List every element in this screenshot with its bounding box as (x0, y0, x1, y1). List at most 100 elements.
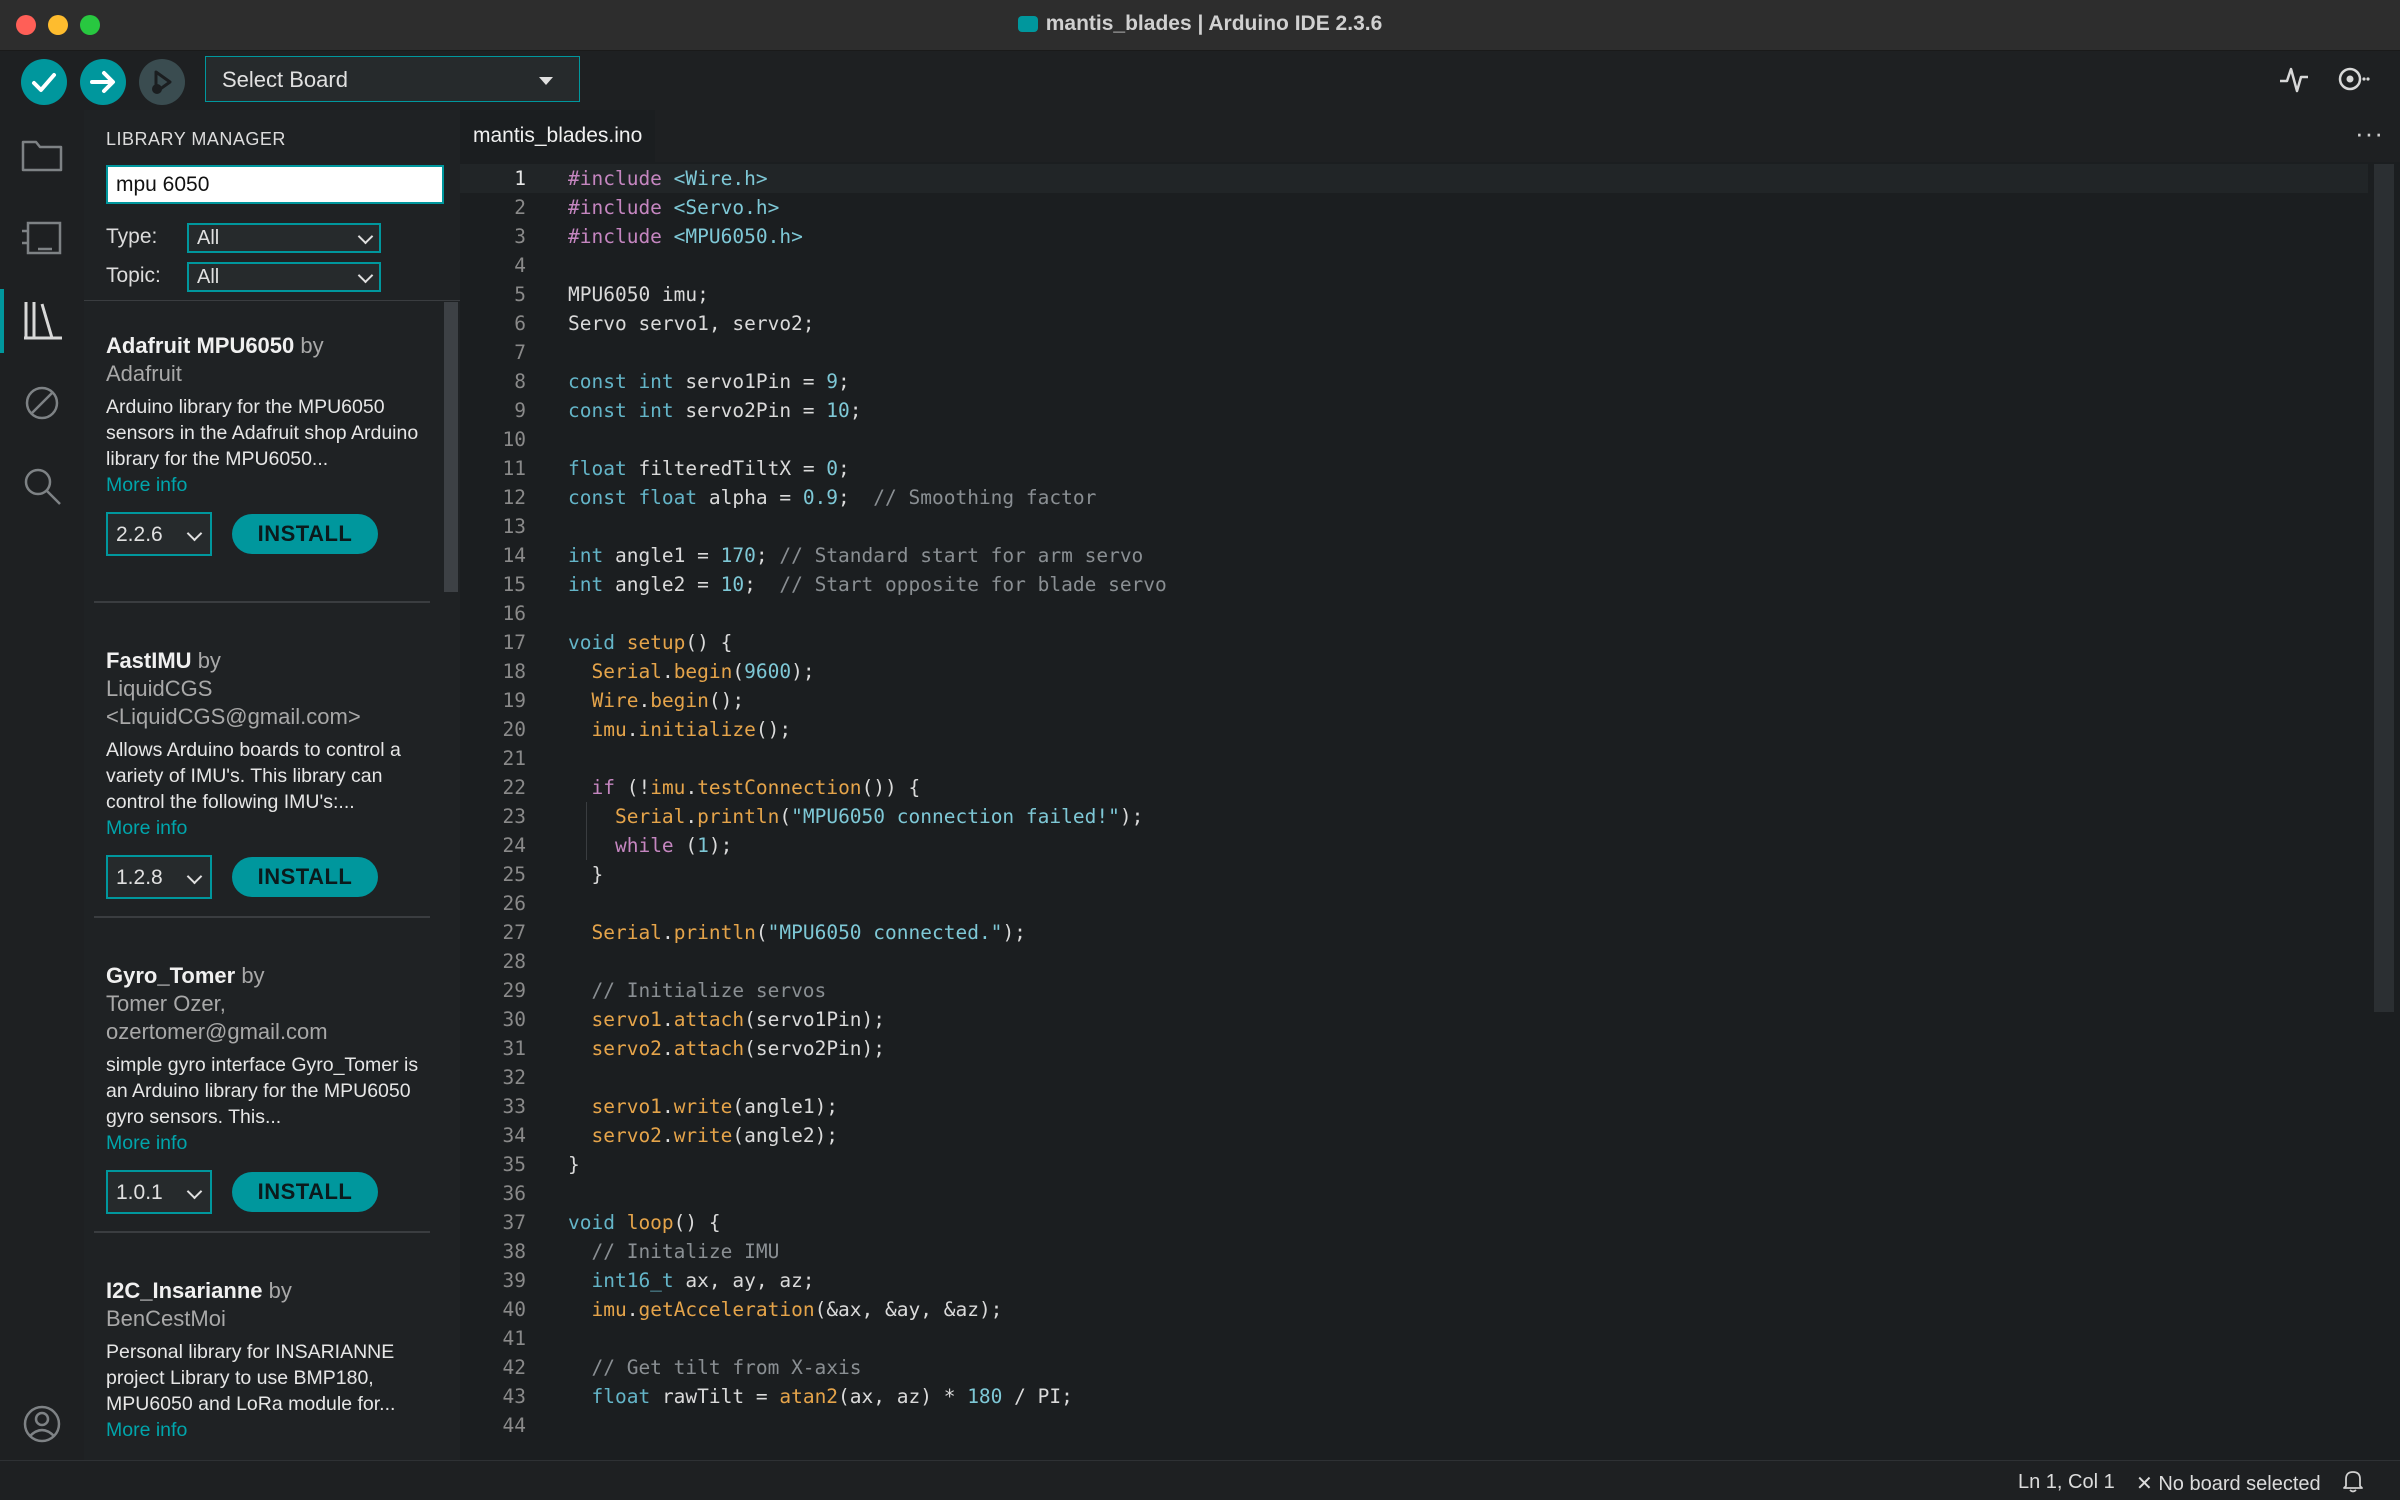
code-line[interactable]: 38 // Initalize IMU (460, 1237, 2368, 1266)
code-line[interactable]: 29 // Initialize servos (460, 976, 2368, 1005)
type-filter-value: All (197, 227, 220, 249)
code-line[interactable]: 13 (460, 512, 2368, 541)
line-number: 43 (502, 1385, 526, 1408)
serial-monitor-icon[interactable] (2334, 61, 2370, 97)
notifications-bell-icon[interactable] (2342, 1469, 2364, 1493)
version-select[interactable]: 1.2.8 (106, 855, 212, 899)
line-number: 36 (502, 1182, 526, 1205)
code-line[interactable]: 19 Wire.begin(); (460, 686, 2368, 715)
code-line[interactable]: 31 servo2.attach(servo2Pin); (460, 1034, 2368, 1063)
code-area[interactable]: 1 #include <Wire.h> 2 #include <Servo.h> 3 #i… (460, 164, 2368, 1460)
code-line[interactable]: 37 void loop() { (460, 1208, 2368, 1237)
code-line[interactable]: 30 servo1.attach(servo1Pin); (460, 1005, 2368, 1034)
code-line[interactable]: 34 servo2.write(angle2); (460, 1121, 2368, 1150)
code-line[interactable]: 14 int angle1 = 170; // Standard start fo… (460, 541, 2368, 570)
code-line[interactable]: 27 Serial.println("MPU6050 connected."); (460, 918, 2368, 947)
install-button[interactable]: INSTALL (232, 1172, 378, 1212)
code-line[interactable]: 44 (460, 1411, 2368, 1440)
code-line[interactable]: 33 servo1.write(angle1); (460, 1092, 2368, 1121)
code-text: servo1.write(angle1); (591, 1095, 839, 1118)
active-indicator (0, 289, 4, 353)
type-filter-label: Type: (106, 225, 158, 248)
code-line[interactable]: 22 if (!imu.testConnection()) { (460, 773, 2368, 802)
version-select[interactable]: 1.0.1 (106, 1170, 212, 1214)
code-line[interactable]: 17 void setup() { (460, 628, 2368, 657)
code-line[interactable]: 32 (460, 1063, 2368, 1092)
search-icon[interactable] (18, 462, 66, 510)
code-line[interactable]: 12 const float alpha = 0.9; // Smoothing … (460, 483, 2368, 512)
boards-manager-icon[interactable] (18, 213, 66, 261)
code-line[interactable]: 5 MPU6050 imu; (460, 280, 2368, 309)
code-line[interactable]: 4 (460, 251, 2368, 280)
code-text: // Initalize IMU (591, 1240, 780, 1263)
line-number: 32 (502, 1066, 526, 1089)
more-info-link[interactable]: More info (106, 1130, 426, 1156)
code-line[interactable]: 41 (460, 1324, 2368, 1353)
code-text: #include <Wire.h> (568, 167, 768, 190)
code-line[interactable]: 23 Serial.println("MPU6050 connection fa… (460, 802, 2368, 831)
code-line[interactable]: 2 #include <Servo.h> (460, 193, 2368, 222)
tab-sketch-file[interactable]: mantis_blades.ino (460, 110, 656, 162)
verify-button[interactable] (21, 59, 67, 105)
code-line[interactable]: 26 (460, 889, 2368, 918)
upload-button[interactable] (80, 59, 126, 105)
serial-plotter-icon[interactable] (2276, 61, 2312, 97)
code-line[interactable]: 8 const int servo1Pin = 9; (460, 367, 2368, 396)
library-actions: 1.0.1 INSTALL (106, 1170, 426, 1214)
debug-button[interactable] (139, 59, 185, 105)
code-line[interactable]: 1 #include <Wire.h> (460, 164, 2368, 193)
type-filter-select[interactable]: All (187, 223, 381, 253)
code-line[interactable]: 39 int16_t ax, ay, az; (460, 1266, 2368, 1295)
more-actions-icon[interactable]: ··· (2355, 118, 2384, 149)
line-number: 29 (502, 979, 526, 1002)
install-button[interactable]: INSTALL (232, 514, 378, 554)
code-line[interactable]: 16 (460, 599, 2368, 628)
code-line[interactable]: 43 float rawTilt = atan2(ax, az) * 180 /… (460, 1382, 2368, 1411)
library-author: LiquidCGS <LiquidCGS@gmail.com> (106, 676, 361, 729)
code-line[interactable]: 6 Servo servo1, servo2; (460, 309, 2368, 338)
code-text: Serial.println("MPU6050 connection faile… (614, 805, 1144, 828)
board-status[interactable]: ✕ No board selected (2136, 1471, 2321, 1496)
library-name: Gyro_Tomer (106, 963, 236, 988)
code-line[interactable]: 35} (460, 1150, 2368, 1179)
code-line[interactable]: 24 while (1); (460, 831, 2368, 860)
line-number: 44 (502, 1414, 526, 1437)
cursor-position[interactable]: Ln 1, Col 1 (2018, 1471, 2115, 1494)
install-button[interactable]: INSTALL (232, 857, 378, 897)
more-info-link[interactable]: More info (106, 472, 426, 498)
library-list-scrollbar[interactable] (444, 302, 458, 592)
code-line[interactable]: 18 Serial.begin(9600); (460, 657, 2368, 686)
code-line[interactable]: 25 } (460, 860, 2368, 889)
folder-icon[interactable] (18, 130, 66, 178)
editor-scrollbar-thumb[interactable] (2374, 164, 2394, 1012)
code-line[interactable]: 10 (460, 425, 2368, 454)
code-line[interactable]: 28 (460, 947, 2368, 976)
code-text: } (568, 1153, 580, 1176)
account-icon[interactable] (18, 1400, 66, 1448)
debug-disabled-icon[interactable] (18, 379, 66, 427)
line-number: 35 (502, 1153, 526, 1176)
code-text: servo1.attach(servo1Pin); (591, 1008, 886, 1031)
library-search-input[interactable] (106, 165, 444, 204)
line-number: 10 (502, 428, 526, 451)
library-manager-icon[interactable] (18, 296, 66, 344)
code-line[interactable]: 20 imu.initialize(); (460, 715, 2368, 744)
topic-filter-select[interactable]: All (187, 262, 381, 292)
code-line[interactable]: 42 // Get tilt from X-axis (460, 1353, 2368, 1382)
code-line[interactable]: 21 (460, 744, 2368, 773)
more-info-link[interactable]: More info (106, 815, 426, 841)
code-line[interactable]: 3 #include <MPU6050.h> (460, 222, 2368, 251)
code-line[interactable]: 7 (460, 338, 2368, 367)
board-select-dropdown[interactable]: Select Board (205, 56, 580, 102)
more-info-link[interactable]: More info (106, 1417, 426, 1443)
code-line[interactable]: 9 const int servo2Pin = 10; (460, 396, 2368, 425)
code-text: const float alpha = 0.9; // Smoothing fa… (568, 486, 1097, 509)
code-text: int angle1 = 170; // Standard start for … (568, 544, 1144, 567)
line-number: 14 (502, 544, 526, 567)
code-line[interactable]: 40 imu.getAcceleration(&ax, &ay, &az); (460, 1295, 2368, 1324)
line-number: 27 (502, 921, 526, 944)
code-line[interactable]: 15 int angle2 = 10; // Start opposite for… (460, 570, 2368, 599)
version-select[interactable]: 2.2.6 (106, 512, 212, 556)
code-line[interactable]: 11 float filteredTiltX = 0; (460, 454, 2368, 483)
code-line[interactable]: 36 (460, 1179, 2368, 1208)
